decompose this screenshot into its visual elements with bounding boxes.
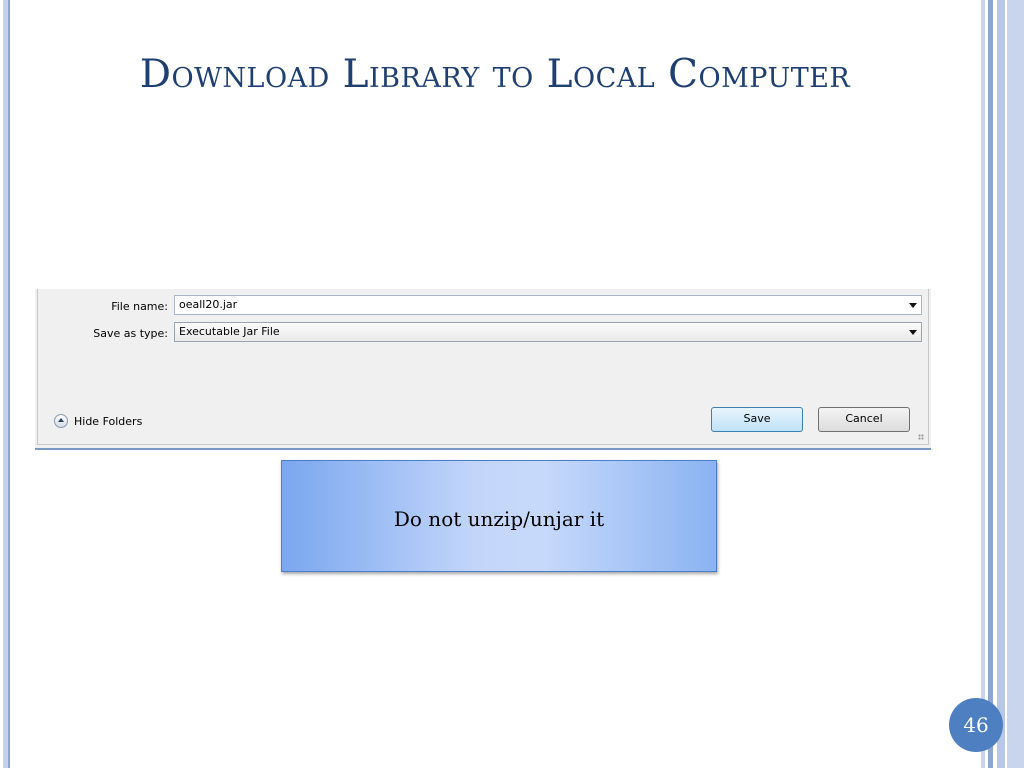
callout-box: Do not unzip/unjar it: [281, 460, 717, 572]
hide-folders-label: Hide Folders: [74, 414, 143, 428]
chevron-down-icon[interactable]: [909, 330, 917, 335]
right-border-decoration: [978, 0, 1024, 768]
file-name-input[interactable]: oeall20.jar: [174, 295, 922, 315]
slide-title: Download Library to Local Computer: [139, 52, 851, 97]
save-as-type-select[interactable]: Executable Jar File: [174, 322, 922, 342]
chevron-down-icon[interactable]: [909, 303, 917, 308]
save-as-type-label: Save as type:: [93, 327, 168, 340]
save-button[interactable]: Save: [711, 407, 803, 432]
page-number-badge: 46: [949, 698, 1003, 752]
cancel-button[interactable]: Cancel: [818, 407, 910, 432]
callout-text: Do not unzip/unjar it: [393, 507, 605, 531]
file-name-label: File name:: [111, 300, 168, 313]
collapse-up-icon: [54, 414, 68, 428]
hide-folders-toggle[interactable]: Hide Folders: [54, 414, 142, 428]
file-name-value: oeall20.jar: [179, 298, 238, 311]
resize-grip-icon[interactable]: [918, 434, 924, 440]
save-as-dialog: File name: oeall20.jar Save as type: Exe…: [35, 289, 931, 450]
save-as-type-value: Executable Jar File: [179, 325, 280, 338]
left-border-decoration: [0, 0, 10, 768]
